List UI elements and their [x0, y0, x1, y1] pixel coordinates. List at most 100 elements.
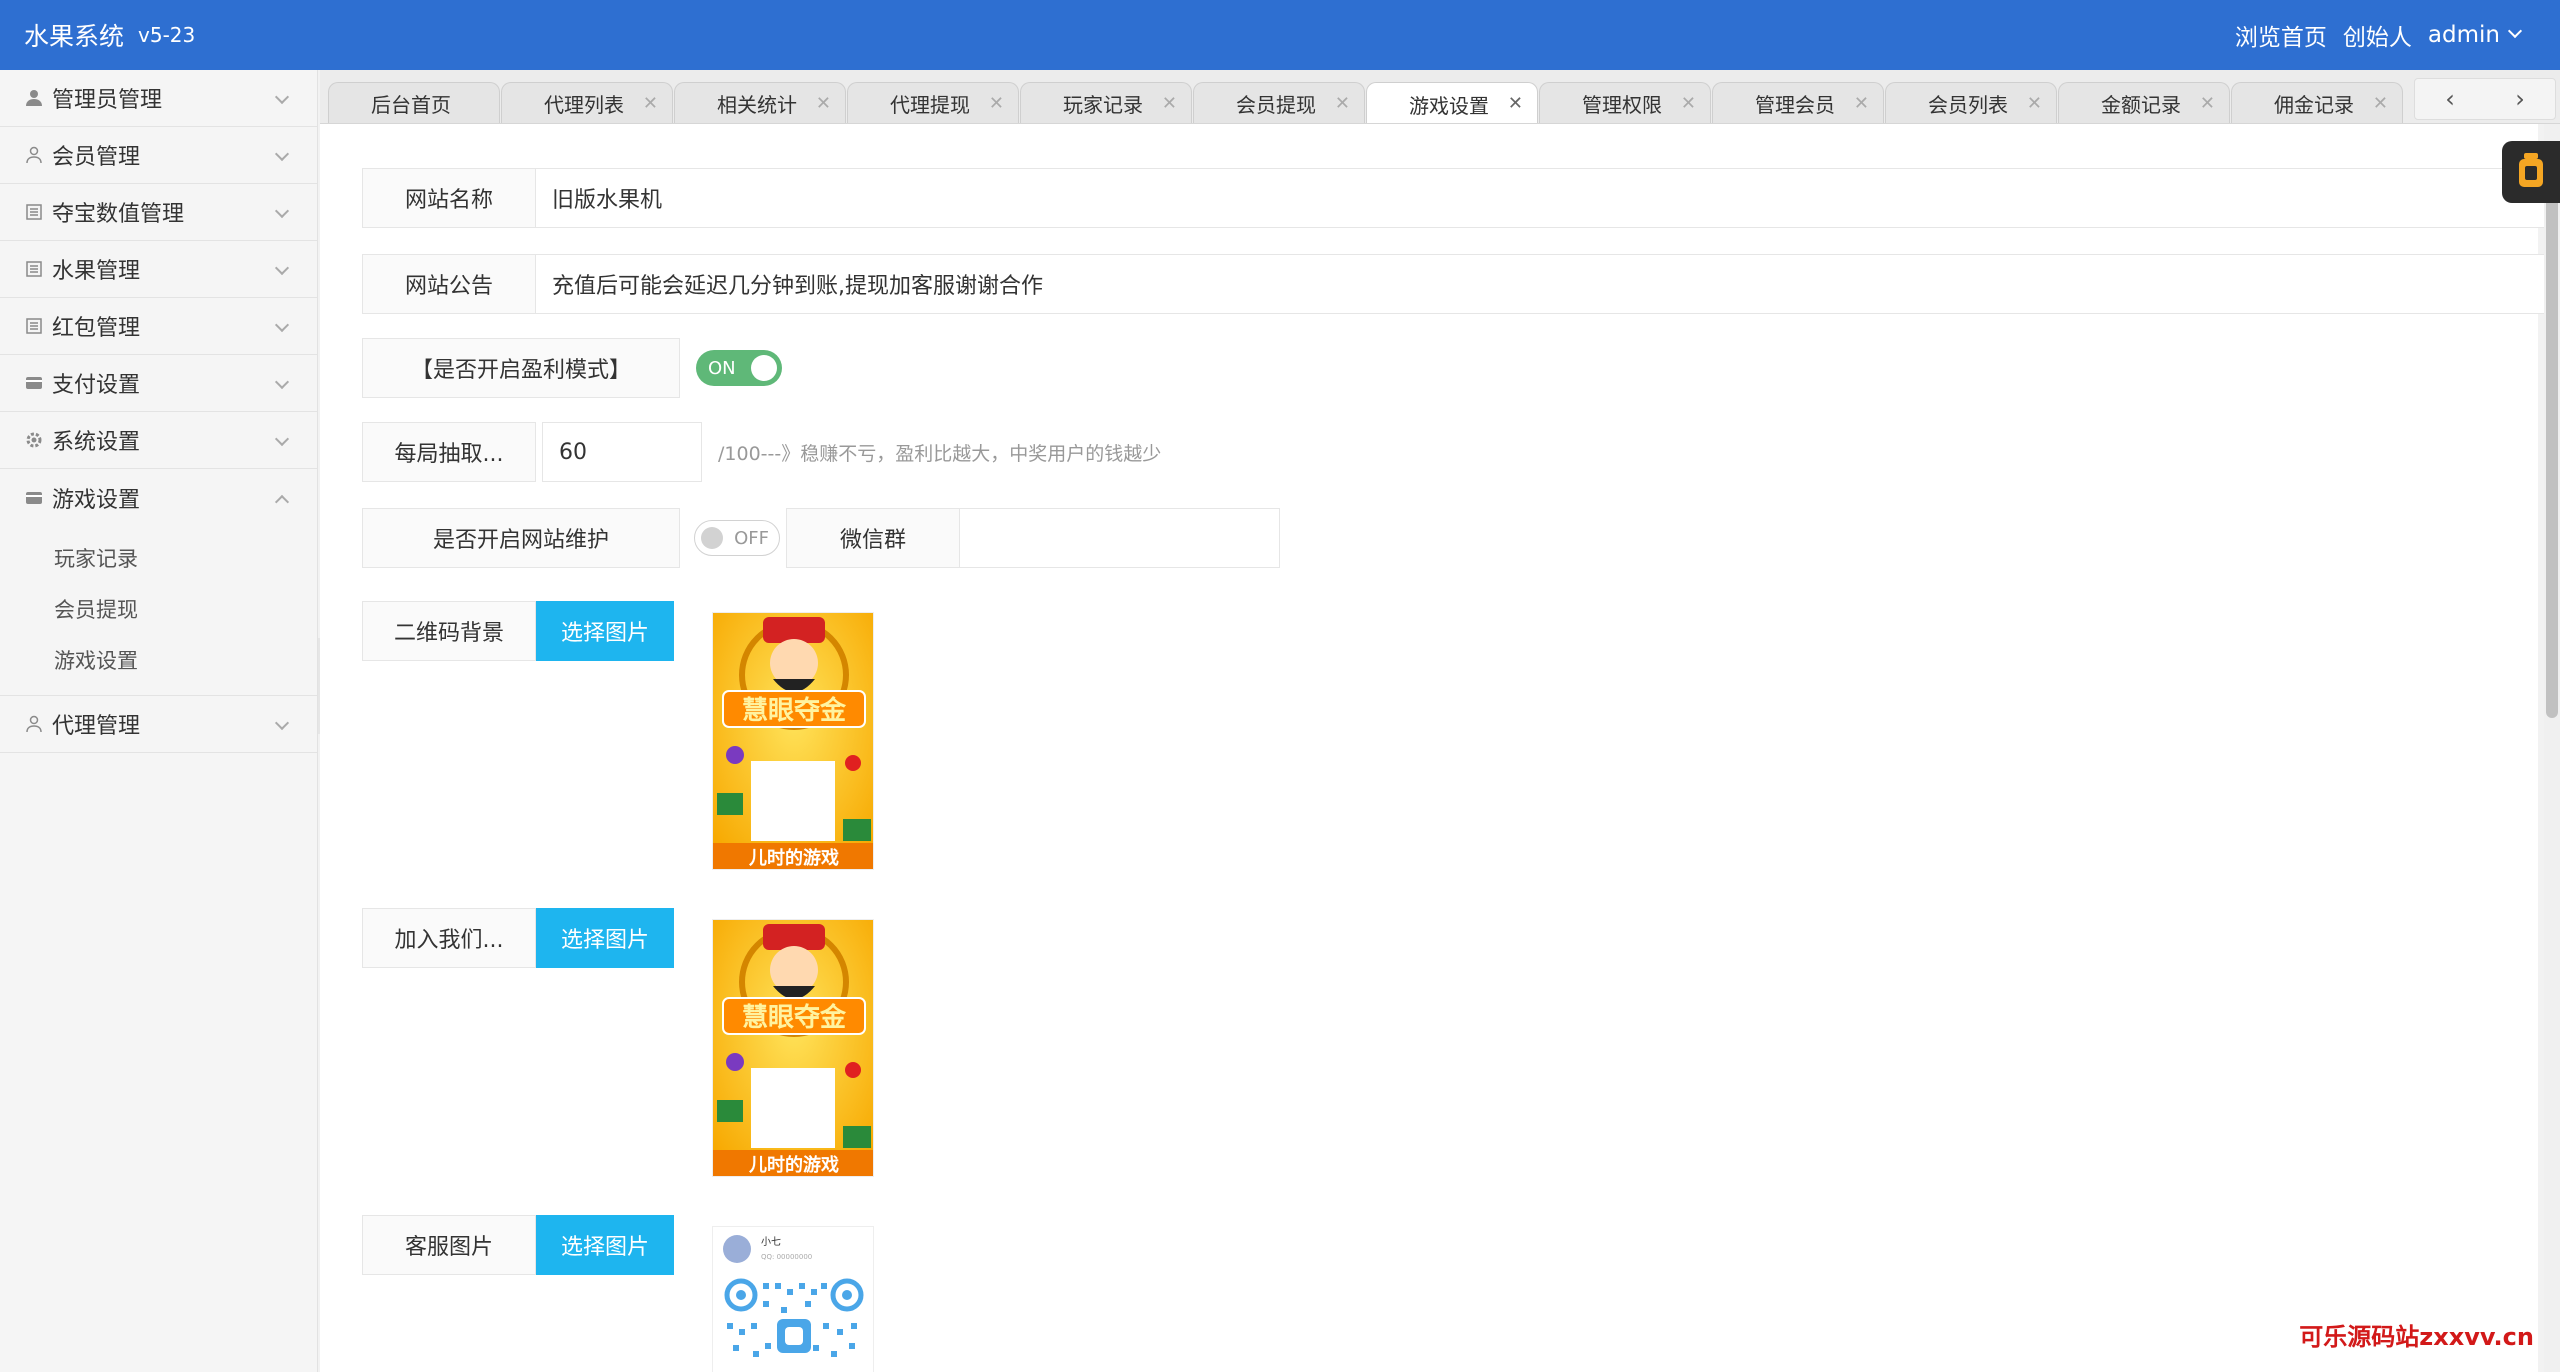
submenu-member-withdraw[interactable]: 会员提现 [0, 583, 317, 634]
tab-member-withdraw[interactable]: 会员提现 ✕ [1193, 82, 1365, 123]
site-name-label: 网站名称 [362, 168, 536, 228]
qr-sub: QQ: 00000000 [761, 1253, 812, 1261]
sidebar-item-system[interactable]: 系统设置 [0, 412, 317, 469]
browse-home-link[interactable]: 浏览首页 [2235, 18, 2327, 52]
sidebar-item-fruit[interactable]: 水果管理 [0, 241, 317, 298]
user-icon [24, 88, 44, 108]
service-label: 客服图片 [362, 1215, 536, 1275]
scrollbar-thumb[interactable] [2546, 178, 2558, 718]
header-links: 浏览首页 创始人 admin [2219, 0, 2523, 70]
maintenance-toggle[interactable]: OFF [694, 520, 780, 556]
tab-amount-records[interactable]: 金额记录 ✕ [2058, 82, 2230, 123]
sidebar-item-redpacket[interactable]: 红包管理 [0, 298, 317, 355]
tab-manage-members[interactable]: 管理会员 ✕ [1712, 82, 1884, 123]
sidebar-item-admin[interactable]: 管理员管理 [0, 70, 317, 127]
wechat-input[interactable] [960, 508, 1280, 568]
tab-member-list[interactable]: 会员列表 ✕ [1885, 82, 2057, 123]
qr-bg-choose-button[interactable]: 选择图片 [536, 601, 674, 661]
doc-icon [24, 202, 44, 222]
page-scrollbar[interactable] [2544, 124, 2560, 1372]
submenu-player-records[interactable]: 玩家记录 [0, 532, 317, 583]
tab-label: 代理列表 [544, 93, 624, 117]
maintenance-switch-wrap: OFF [694, 508, 780, 568]
tab-agent-withdraw[interactable]: 代理提现 ✕ [847, 82, 1019, 123]
tab-player-records[interactable]: 玩家记录 ✕ [1020, 82, 1192, 123]
close-icon[interactable]: ✕ [1508, 93, 1523, 114]
sidebar: 管理员管理 会员管理 夺宝数值管理 水果管理 红包管理 支付设置 系统设置 游戏… [0, 70, 318, 1372]
profit-mode-toggle[interactable]: ON [696, 350, 782, 386]
tab-game-settings[interactable]: 游戏设置 ✕ [1366, 82, 1538, 123]
maintenance-row: 是否开启网站维护 OFF 微信群 [362, 508, 1280, 568]
tab-permissions[interactable]: 管理权限 ✕ [1539, 82, 1711, 123]
brand: 水果系统 v5-23 [24, 0, 195, 70]
notice-label: 网站公告 [362, 254, 536, 314]
tab-label: 管理权限 [1582, 93, 1662, 117]
tab-label: 玩家记录 [1063, 93, 1143, 117]
site-name-input[interactable]: 旧版水果机 [536, 168, 2560, 228]
jar-icon [2516, 152, 2546, 192]
tab-bar: 后台首页 代理列表 ✕ 相关统计 ✕ 代理提现 ✕ 玩家记录 ✕ 会员提现 ✕ 游戏设置 ✕… [320, 70, 2560, 124]
chevron-down-icon [274, 715, 290, 731]
close-icon[interactable]: ✕ [2373, 93, 2388, 114]
join-row: 加入我们... 选择图片 [362, 908, 674, 968]
chevron-down-icon [274, 317, 290, 333]
toggle-knob [701, 527, 723, 549]
close-icon[interactable]: ✕ [643, 93, 658, 114]
gear-icon [24, 430, 44, 450]
main-content: 网站名称 旧版水果机 网站公告 充值后可能会延迟几分钟到账,提现加客服谢谢合作 … [320, 124, 2560, 1372]
per-round-input[interactable]: 60 [542, 422, 702, 482]
close-icon[interactable]: ✕ [1681, 93, 1696, 114]
tab-label: 会员列表 [1928, 93, 2008, 117]
poster-bottom-text: 儿时的游戏 [748, 1154, 839, 1176]
per-round-label: 每局抽取... [362, 422, 536, 482]
chevron-right-icon[interactable]: › [2515, 85, 2525, 113]
site-name-row: 网站名称 旧版水果机 [362, 168, 2560, 228]
admin-label: admin [2427, 22, 2500, 48]
sidebar-item-label: 系统设置 [52, 430, 141, 455]
notice-input[interactable]: 充值后可能会延迟几分钟到账,提现加客服谢谢合作 [536, 254, 2560, 314]
service-choose-button[interactable]: 选择图片 [536, 1215, 674, 1275]
tab-label: 相关统计 [717, 93, 797, 117]
user-outline-icon [24, 145, 44, 165]
chevron-left-icon[interactable]: ‹ [2445, 85, 2455, 113]
join-choose-button[interactable]: 选择图片 [536, 908, 674, 968]
watermark-text: 可乐源码站zxxvv.cn [2299, 1323, 2534, 1351]
chevron-down-icon [274, 146, 290, 162]
chevron-down-icon [274, 260, 290, 276]
tab-agent-list[interactable]: 代理列表 ✕ [501, 82, 673, 123]
close-icon[interactable]: ✕ [2027, 93, 2042, 114]
close-icon[interactable]: ✕ [1854, 93, 1869, 114]
notice-row: 网站公告 充值后可能会延迟几分钟到账,提现加客服谢谢合作 [362, 254, 2560, 314]
profit-mode-row: 【是否开启盈利模式】 ON [362, 338, 782, 398]
tab-label: 金额记录 [2101, 93, 2181, 117]
tab-commission-records[interactable]: 佣金记录 ✕ [2231, 82, 2403, 123]
tab-statistics[interactable]: 相关统计 ✕ [674, 82, 846, 123]
tab-label: 后台首页 [371, 93, 451, 117]
service-qr-image: 小七 QQ: 00000000 [712, 1226, 874, 1372]
sidebar-item-agent[interactable]: 代理管理 [0, 696, 317, 753]
admin-user-menu[interactable]: admin [2427, 22, 2523, 48]
qr-name: 小七 [761, 1236, 781, 1248]
submenu-game-settings[interactable]: 游戏设置 [0, 634, 317, 685]
floating-tool-button[interactable] [2502, 141, 2560, 203]
user-outline-icon [24, 714, 44, 734]
close-icon[interactable]: ✕ [989, 93, 1004, 114]
sidebar-item-game[interactable]: 游戏设置 [0, 469, 317, 526]
chevron-down-icon [274, 431, 290, 447]
sidebar-item-treasure[interactable]: 夺宝数值管理 [0, 184, 317, 241]
profit-mode-switch-wrap: ON [696, 338, 782, 398]
maintenance-label: 是否开启网站维护 [362, 508, 680, 568]
sidebar-item-label: 水果管理 [52, 259, 141, 284]
close-icon[interactable]: ✕ [2200, 93, 2215, 114]
close-icon[interactable]: ✕ [1335, 93, 1350, 114]
founder-link[interactable]: 创始人 [2343, 18, 2412, 52]
sidebar-item-payment[interactable]: 支付设置 [0, 355, 317, 412]
chevron-down-icon [274, 203, 290, 219]
close-icon[interactable]: ✕ [1162, 93, 1177, 114]
sidebar-item-label: 夺宝数值管理 [52, 202, 185, 227]
tab-home[interactable]: 后台首页 [328, 82, 500, 123]
close-icon[interactable]: ✕ [816, 93, 831, 114]
sidebar-item-label: 管理员管理 [52, 88, 163, 113]
card-icon [24, 373, 44, 393]
sidebar-item-members[interactable]: 会员管理 [0, 127, 317, 184]
